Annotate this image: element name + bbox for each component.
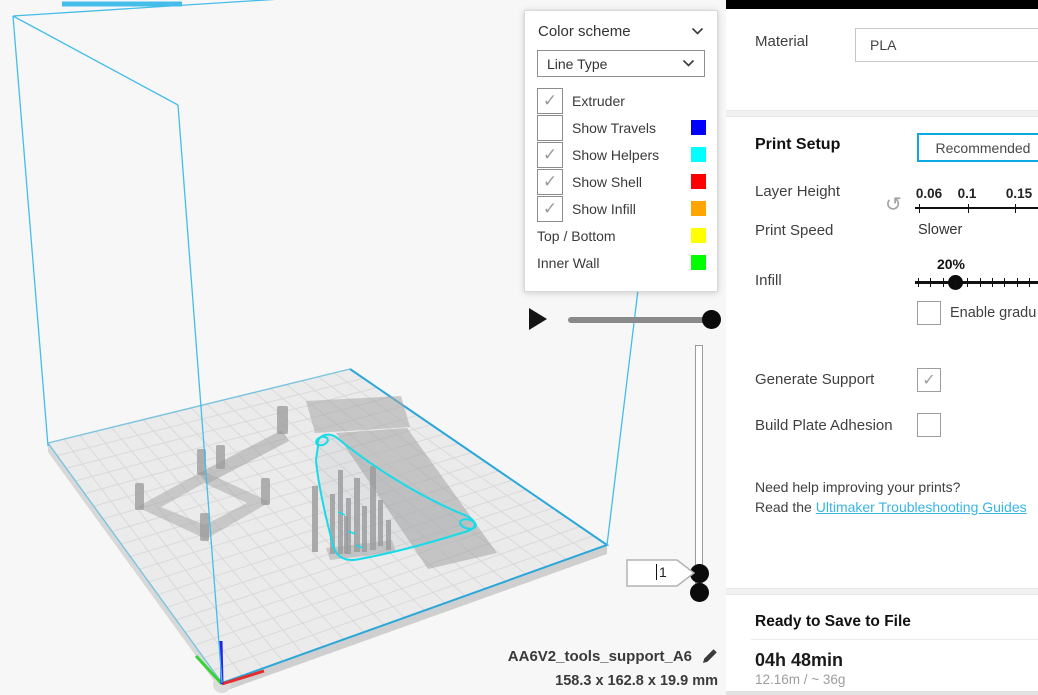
material-usage-estimate: 12.16m / ~ 36g (755, 672, 845, 687)
color-swatch (691, 201, 706, 216)
help-prefix: Read the (755, 499, 816, 515)
pencil-edit-icon[interactable] (701, 648, 718, 665)
color-scheme-row: ✓ Show Infill (525, 195, 717, 222)
recommended-mode-button[interactable]: Recommended (917, 133, 1038, 162)
simulation-slider[interactable] (568, 317, 716, 323)
color-swatch (691, 174, 706, 189)
text-cursor (656, 564, 657, 580)
print-speed-label: Print Speed (755, 222, 833, 239)
checkbox[interactable]: ✓ (537, 88, 563, 114)
checkbox[interactable] (537, 115, 563, 141)
simulation-slider-handle[interactable] (702, 310, 721, 329)
section-divider (726, 588, 1038, 595)
slider-tick (930, 278, 931, 287)
bottom-edge (726, 691, 1038, 695)
color-scheme-row: Inner Wall (525, 249, 717, 276)
color-scheme-row-label: Show Helpers (572, 147, 691, 163)
slider-tick (980, 278, 981, 287)
color-scheme-panel: Color scheme Line Type ✓ Extruder Show Tra… (524, 10, 718, 292)
model-dimensions: 158.3 x 162.8 x 19.9 mm (508, 673, 718, 689)
color-scheme-row: Top / Bottom (525, 222, 717, 249)
slider-tick (992, 278, 993, 287)
slider-tick (1004, 278, 1005, 287)
color-scheme-row: ✓ Extruder (525, 87, 717, 114)
build-plate-adhesion-checkbox[interactable] (917, 413, 941, 437)
print-setup-title: Print Setup (755, 136, 840, 154)
slider-tick (919, 204, 920, 213)
color-scheme-row-label: Top / Bottom (537, 228, 691, 244)
layer-number-value: 1 (659, 564, 667, 580)
help-question: Need help improving your prints? (755, 477, 1027, 497)
status-divider (751, 639, 1038, 640)
layer-height-slider[interactable] (915, 207, 1038, 209)
material-dropdown[interactable]: PLA (855, 28, 1038, 62)
infill-value: 20% (937, 256, 965, 272)
layer-height-label: Layer Height (755, 183, 840, 200)
slider-tick (955, 278, 956, 287)
color-swatch (691, 147, 706, 162)
generate-support-checkbox[interactable]: ✓ (917, 368, 941, 392)
color-scheme-row-list: ✓ Extruder Show Travels ✓ Show Helpers ✓ Show … (525, 87, 717, 276)
gradual-infill-checkbox[interactable] (917, 301, 941, 325)
status-title: Ready to Save to File (755, 613, 911, 631)
color-scheme-row: Show Travels (525, 114, 717, 141)
print-speed-value: Slower (918, 222, 962, 238)
color-swatch (691, 255, 706, 270)
checkbox[interactable]: ✓ (537, 142, 563, 168)
settings-sidebar: Material PLA Print Setup Recommended Lay… (726, 0, 1038, 695)
slider-tick (1029, 278, 1030, 287)
color-scheme-dropdown[interactable]: Line Type (537, 50, 705, 77)
layer-slider[interactable] (695, 345, 703, 600)
color-scheme-row-label: Inner Wall (537, 255, 691, 271)
infill-label: Infill (755, 272, 782, 289)
color-scheme-row-label: Show Infill (572, 201, 691, 217)
color-scheme-row: ✓ Show Shell (525, 168, 717, 195)
generate-support-label: Generate Support (755, 371, 874, 388)
section-divider (726, 110, 1038, 117)
color-scheme-row-label: Show Travels (572, 120, 691, 136)
gradual-infill-label: Enable gradu (950, 305, 1036, 321)
color-scheme-row-label: Extruder (572, 93, 691, 109)
slider-tick (943, 278, 944, 287)
build-plate-adhesion-label: Build Plate Adhesion (755, 417, 893, 434)
layer-height-tick-label: 0.15 (1006, 186, 1032, 201)
color-swatch (691, 120, 706, 135)
color-scheme-row: ✓ Show Helpers (525, 141, 717, 168)
checkbox[interactable]: ✓ (537, 169, 563, 195)
top-toolbar-edge (726, 0, 1038, 9)
recommended-mode-label: Recommended (936, 140, 1031, 156)
slider-tick (1017, 278, 1018, 287)
3d-viewport[interactable]: Color scheme Line Type ✓ Extruder Show Tra… (0, 0, 726, 695)
print-time-estimate: 04h 48min (755, 650, 843, 671)
play-button[interactable] (529, 308, 547, 330)
color-swatch (691, 228, 706, 243)
layer-height-tick-label: 0.06 (916, 186, 942, 201)
color-scheme-dropdown-value: Line Type (547, 56, 607, 72)
layer-height-tick-label: 0.1 (958, 186, 977, 201)
slider-tick (918, 278, 919, 287)
slider-tick (967, 278, 968, 287)
color-scheme-title: Color scheme (538, 23, 631, 40)
model-name: AA6V2_tools_support_A6 (508, 648, 692, 665)
help-block: Need help improving your prints? Read th… (755, 477, 1027, 517)
reset-to-default-icon[interactable]: ↺ (885, 192, 902, 216)
infill-slider[interactable] (915, 281, 1038, 284)
troubleshooting-guides-link[interactable]: Ultimaker Troubleshooting Guides (816, 499, 1027, 515)
model-info: AA6V2_tools_support_A6 158.3 x 162.8 x 1… (508, 648, 718, 689)
slider-tick (1015, 204, 1016, 213)
checkbox[interactable]: ✓ (537, 196, 563, 222)
chevron-down-icon (682, 59, 695, 68)
slider-tick (968, 204, 969, 213)
material-value: PLA (870, 37, 896, 53)
material-label: Material (755, 33, 808, 50)
layer-number-input[interactable]: 1 (626, 559, 696, 587)
chevron-down-icon[interactable] (691, 27, 704, 36)
cura-window: Color scheme Line Type ✓ Extruder Show Tra… (0, 0, 1038, 695)
color-scheme-row-label: Show Shell (572, 174, 691, 190)
